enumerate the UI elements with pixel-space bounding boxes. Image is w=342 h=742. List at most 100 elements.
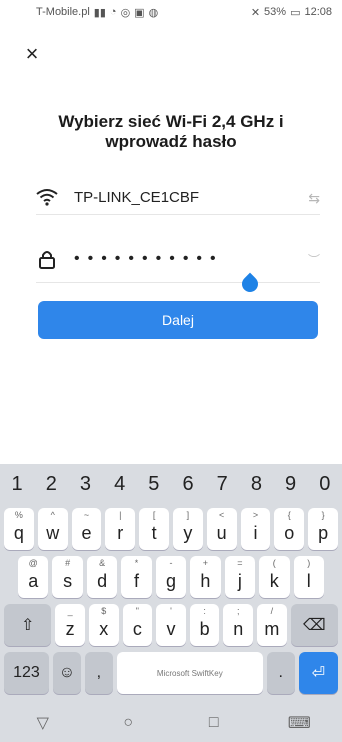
text-cursor-handle[interactable] [238, 272, 262, 296]
key-alt: @ [28, 558, 38, 568]
key-alt: * [134, 558, 139, 568]
emoji-key[interactable]: ☺ [52, 652, 81, 694]
key-z[interactable]: _ z [55, 604, 85, 646]
space-label: Microsoft SwiftKey [156, 668, 223, 678]
backspace-key[interactable]: ⌫ [290, 604, 339, 646]
key-label: e [81, 523, 92, 543]
home-icon: ○ [123, 714, 134, 731]
key-label: , [96, 664, 102, 681]
close-button[interactable]: × [22, 43, 42, 65]
home-button[interactable]: ○ [113, 711, 143, 735]
mail-icon: ▣ [134, 6, 145, 19]
key-2[interactable]: 2 [36, 473, 66, 496]
space-key[interactable]: Microsoft SwiftKey [116, 652, 263, 694]
key-t[interactable]: [t [139, 508, 169, 550]
key-alt: ~ [83, 510, 90, 520]
key-k[interactable]: (k [259, 556, 290, 598]
wifi-ssid-row[interactable]: TP-LINK_CE1CBF ⇆ [36, 180, 320, 215]
period-key[interactable]: . [266, 652, 295, 694]
comma-key[interactable]: , [84, 652, 113, 694]
key-label: j [237, 571, 242, 591]
key-alt: " [135, 606, 139, 616]
key-alt: [ [152, 510, 156, 520]
key-x[interactable]: $ x [88, 604, 119, 646]
numbers-key[interactable]: 123 [4, 652, 49, 694]
key-5[interactable]: 5 [139, 473, 169, 496]
key-label: c [132, 619, 142, 639]
key-g[interactable]: -g [155, 556, 187, 598]
key-o[interactable]: {o [274, 508, 305, 550]
key-alt: < [219, 510, 225, 520]
key-alt: > [252, 510, 259, 520]
key-alt: $ [101, 606, 107, 616]
swap-icon[interactable]: ⇆ [302, 190, 320, 206]
key-d[interactable]: & d [86, 556, 118, 598]
key-alt: _ [67, 606, 73, 616]
carrier-name: T-Mobile.pl [36, 6, 90, 18]
next-button[interactable]: Dalej [38, 301, 318, 339]
key-label: w [46, 523, 60, 543]
key-1[interactable]: 1 [2, 473, 32, 496]
key-w[interactable]: ^ w [37, 508, 68, 550]
key-label: b [199, 619, 210, 639]
key-4[interactable]: 4 [105, 473, 135, 496]
keyboard: 1 2 3 4 5 6 7 8 9 0 % q ^ w ~ e | r [t ] y < u… [0, 464, 342, 704]
shift-key[interactable]: ⇧ [4, 604, 52, 646]
key-l[interactable]: ) l [293, 556, 324, 598]
key-label: t [151, 523, 157, 543]
back-button[interactable]: ▽ [28, 711, 58, 735]
key-3[interactable]: 3 [70, 473, 100, 496]
key-h[interactable]: + h [190, 556, 221, 598]
key-label: o [284, 523, 295, 543]
key-label: q [13, 523, 24, 543]
key-s[interactable]: # s [52, 556, 83, 598]
recents-button[interactable]: □ [199, 711, 229, 735]
key-label: r [117, 523, 124, 543]
whatsapp-icon: ◎ [120, 6, 131, 19]
clock: 12:08 [304, 6, 332, 18]
key-a[interactable]: @ a [18, 556, 49, 598]
keyboard-toggle-button[interactable]: ⌨ [284, 711, 314, 735]
key-v[interactable]: ' v [156, 604, 186, 646]
enter-key[interactable]: ⏎ [298, 652, 338, 694]
key-label: p [318, 523, 329, 543]
key-p[interactable]: } p [308, 508, 338, 550]
page-title: Wybierz sieć Wi-Fi 2,4 GHz i wprowadź ha… [58, 112, 284, 151]
key-label: d [97, 571, 108, 591]
key-c[interactable]: " c [122, 604, 153, 646]
key-alt: & [99, 558, 106, 568]
key-9[interactable]: 9 [276, 473, 306, 496]
key-m[interactable]: / m [257, 604, 287, 646]
key-label: u [216, 523, 227, 543]
password-field[interactable]: ••••••••••• ︶ [36, 242, 320, 276]
password-input[interactable]: ••••••••••• [74, 250, 308, 268]
key-i[interactable]: > i [240, 508, 271, 550]
key-r[interactable]: | r [105, 508, 136, 550]
key-label: k [269, 571, 279, 591]
key-j[interactable]: = j [224, 556, 256, 598]
key-y[interactable]: ] y [172, 508, 203, 550]
status-bar: T-Mobile.pl ▮▮ ◔ ◎ ▣ ◍ ✕ 53% ▭ 12:08 [0, 0, 342, 24]
key-alt: ( [272, 558, 276, 568]
key-0[interactable]: 0 [310, 473, 340, 496]
key-q[interactable]: % q [4, 508, 34, 550]
key-8[interactable]: 8 [241, 473, 271, 496]
key-n[interactable]: ; n [223, 604, 254, 646]
wifi-icon [36, 186, 58, 208]
key-alt: { [287, 510, 291, 520]
key-6[interactable]: 6 [173, 473, 203, 496]
key-b[interactable]: :b [189, 604, 220, 646]
key-alt: - [169, 558, 173, 568]
key-alt: / [270, 606, 274, 616]
key-label: z [65, 619, 75, 639]
key-7[interactable]: 7 [207, 473, 237, 496]
key-u[interactable]: < u [206, 508, 237, 550]
eye-icon[interactable]: ︶ [308, 251, 320, 268]
key-label: n [233, 619, 244, 639]
key-label: s [63, 571, 73, 591]
wifi-ssid: TP-LINK_CE1CBF [74, 188, 200, 206]
key-f[interactable]: * f [121, 556, 152, 598]
messenger-icon: ◍ [148, 6, 159, 19]
key-e[interactable]: ~ e [71, 508, 102, 550]
wifi-status-icon: ◔ [109, 6, 117, 18]
